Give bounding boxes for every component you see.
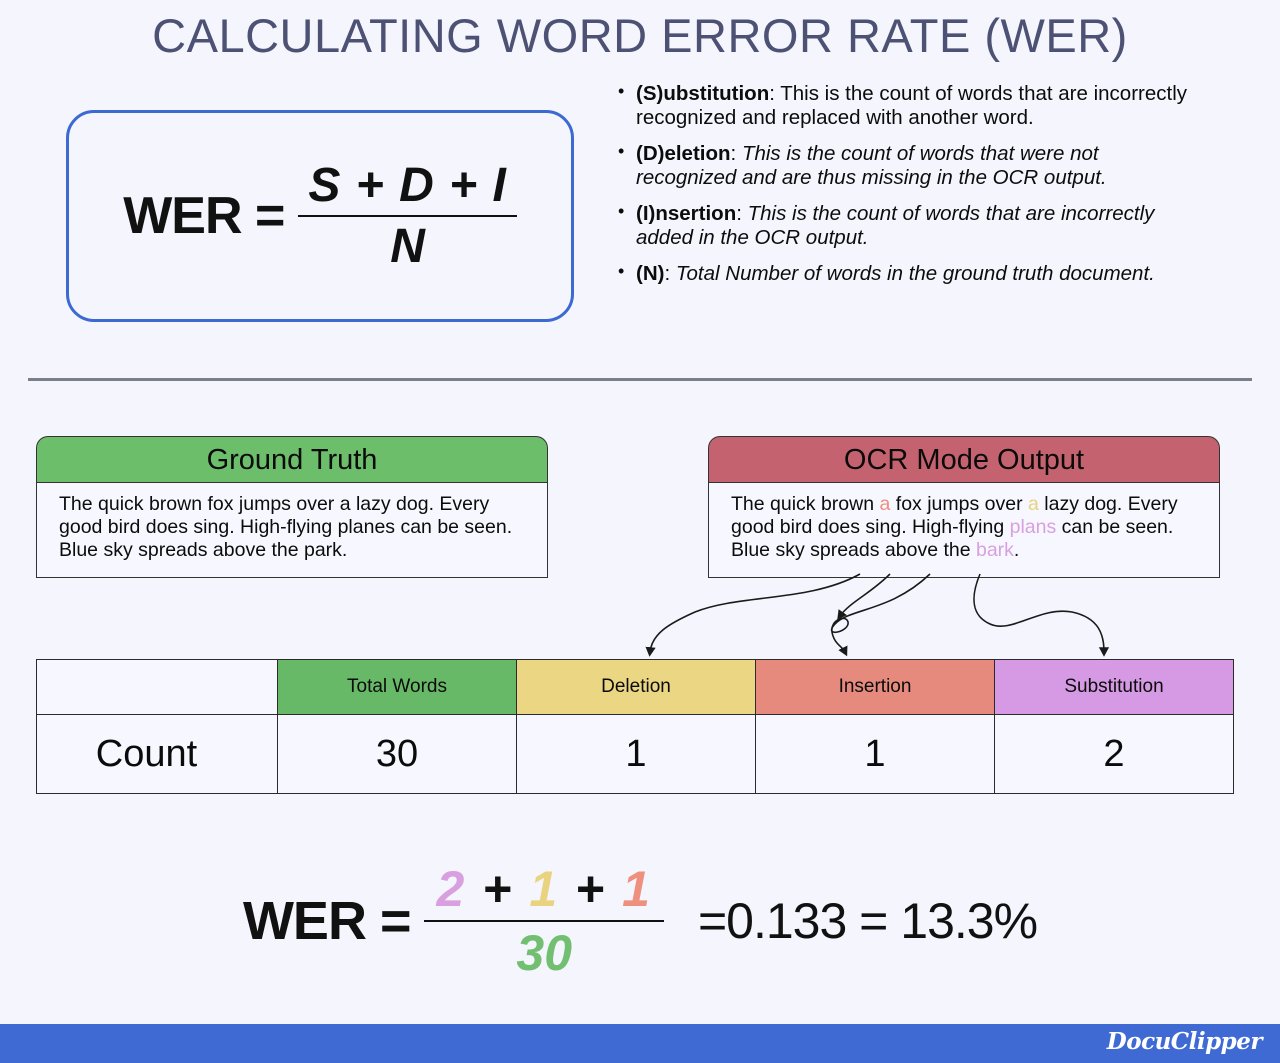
- arrow-to-deletion: [645, 573, 861, 657]
- definition-item: (S)ubstitution: This is the count of wor…: [614, 81, 1194, 130]
- definition-term: (S)ubstitution: [636, 82, 770, 105]
- page-title: CALCULATING WORD ERROR RATE (WER): [152, 9, 1128, 62]
- result-formula-lhs: WER =: [242, 891, 412, 951]
- definition-term: (D)eletion: [636, 141, 731, 165]
- definition-separator: :: [769, 82, 781, 105]
- ground-truth-panel: Ground Truth The quick brown fox jumps o…: [36, 436, 548, 578]
- definition-separator: :: [730, 141, 742, 165]
- arrow-to-insertion: [831, 573, 931, 657]
- ground-truth-header: Ground Truth: [36, 436, 548, 482]
- definition-separator: :: [736, 201, 748, 225]
- wer-equation: WER = S + D + I N: [123, 158, 517, 274]
- ocr-plain-text: fox jumps over: [890, 493, 1028, 515]
- result-denominator: 30: [516, 925, 573, 981]
- wer-formula-card: WER = S + D + I N: [66, 110, 574, 322]
- ocr-plain-text: .: [1013, 539, 1020, 561]
- wer-denominator: N: [390, 220, 425, 273]
- row-label-count: Count: [36, 714, 278, 794]
- arrow-to-substitution: [973, 573, 1110, 657]
- counts-table: Total Words Deletion Insertion Substitut…: [36, 659, 1234, 794]
- ocr-deletion-word: a: [1028, 493, 1039, 515]
- definition-term: (N): [636, 261, 665, 285]
- section-divider: [28, 378, 1252, 381]
- ocr-insertion-word: a: [879, 493, 891, 515]
- result-value: =0.133 = 13.3%: [697, 893, 1038, 949]
- table-header-row: Total Words Deletion Insertion Substitut…: [36, 659, 1234, 715]
- definition-list: (S)ubstitution: This is the count of wor…: [614, 81, 1194, 298]
- ocr-substitution-word: bark: [975, 539, 1014, 561]
- ground-truth-text: The quick brown fox jumps over a lazy do…: [36, 482, 548, 578]
- result-numerator: 2 + 1 + 1: [424, 860, 663, 920]
- docuclipper-logo: DocuClipper: [1106, 1028, 1263, 1055]
- result-insertion-count: 1: [622, 861, 652, 917]
- definition-term: (I)nsertion: [636, 201, 737, 225]
- wer-formula-lhs: WER =: [123, 187, 285, 245]
- result-deletion-count: 1: [529, 861, 560, 917]
- definition-item: (N): Total Number of words in the ground…: [614, 261, 1194, 286]
- header-total-words: Total Words: [277, 659, 517, 715]
- ocr-output-panel: OCR Mode Output The quick brown a fox ju…: [708, 436, 1220, 578]
- result-substitution-count: 2: [436, 861, 467, 917]
- ocr-output-text: The quick brown a fox jumps over a lazy …: [708, 482, 1220, 578]
- value-substitution: 2: [994, 714, 1234, 794]
- header-substitution: Substitution: [994, 659, 1234, 715]
- connector-arrows: [645, 573, 1110, 657]
- footer-bar: DocuClipper: [0, 1024, 1280, 1063]
- definition-item: (D)eletion: This is the count of words t…: [614, 141, 1194, 190]
- table-row: Count 30 1 1 2: [36, 714, 1234, 794]
- value-insertion: 1: [755, 714, 995, 794]
- value-total-words: 30: [277, 714, 517, 794]
- value-deletion: 1: [516, 714, 756, 794]
- ocr-output-header: OCR Mode Output: [708, 436, 1220, 482]
- header-deletion: Deletion: [516, 659, 756, 715]
- ocr-substitution-word: plans: [1009, 516, 1057, 538]
- definition-item: (I)nsertion: This is the count of words …: [614, 201, 1194, 250]
- wer-numerator: S + D + I: [308, 159, 507, 212]
- definition-separator: :: [664, 261, 676, 285]
- result-plus-1: +: [482, 861, 514, 917]
- ocr-plain-text: The quick brown: [731, 493, 880, 515]
- definition-description: Total Number of words in the ground trut…: [675, 261, 1155, 285]
- wer-fraction: S + D + I N: [298, 158, 517, 274]
- result-formula: WER = 2 + 1 + 1 30 =0.133 = 13.3%: [0, 860, 1280, 982]
- result-plus-2: +: [575, 861, 607, 917]
- result-fraction: 2 + 1 + 1 30: [424, 860, 664, 982]
- header-insertion: Insertion: [755, 659, 995, 715]
- table-corner-cell: [36, 659, 278, 715]
